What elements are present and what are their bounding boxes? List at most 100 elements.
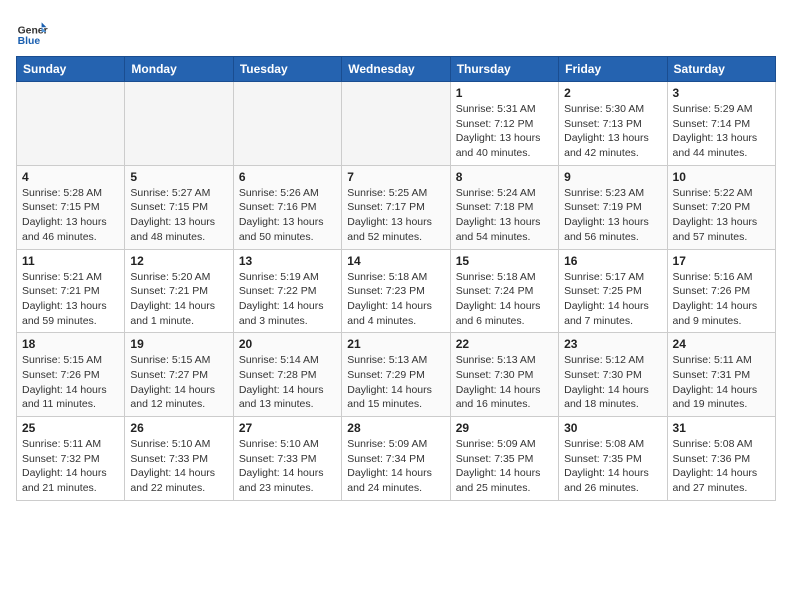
calendar-cell: 26 Sunrise: 5:10 AM Sunset: 7:33 PM Dayli… [125,417,233,501]
calendar-cell: 3 Sunrise: 5:29 AM Sunset: 7:14 PM Daylig… [667,82,775,166]
calendar-cell: 14Sunrise: 5:18 AM Sunset: 7:23 PM Dayli… [342,249,450,333]
day-info: Sunrise: 5:12 AM Sunset: 7:30 PM Dayligh… [564,353,661,412]
calendar-cell: 7 Sunrise: 5:25 AM Sunset: 7:17 PM Daylig… [342,165,450,249]
day-number: 9 [564,170,661,184]
day-info: Sunrise: 5:17 AM Sunset: 7:25 PM Dayligh… [564,270,661,329]
calendar-cell: 19 Sunrise: 5:15 AM Sunset: 7:27 PM Dayli… [125,333,233,417]
page-header: General Blue [16,16,776,48]
day-info: Sunrise: 5:10 AM Sunset: 7:33 PM Dayligh… [130,437,227,496]
calendar-table: SundayMondayTuesdayWednesdayThursdayFrid… [16,56,776,501]
svg-text:Blue: Blue [18,36,41,47]
calendar-cell: 15 Sunrise: 5:18 AM Sunset: 7:24 PM Dayli… [450,249,558,333]
calendar-cell: 2 Sunrise: 5:30 AM Sunset: 7:13 PM Daylig… [559,82,667,166]
calendar-cell: 20Sunrise: 5:14 AM Sunset: 7:28 PM Dayli… [233,333,341,417]
calendar-cell: 6Sunrise: 5:26 AM Sunset: 7:16 PM Daylig… [233,165,341,249]
calendar-cell: 29Sunrise: 5:09 AM Sunset: 7:35 PM Dayli… [450,417,558,501]
calendar-cell: 28Sunrise: 5:09 AM Sunset: 7:34 PM Dayli… [342,417,450,501]
calendar-cell: 25 Sunrise: 5:11 AM Sunset: 7:32 PM Dayli… [17,417,125,501]
day-number: 12 [130,254,227,268]
day-number: 30 [564,421,661,435]
calendar-cell: 16 Sunrise: 5:17 AM Sunset: 7:25 PM Dayli… [559,249,667,333]
calendar-week-row: 11Sunrise: 5:21 AM Sunset: 7:21 PM Dayli… [17,249,776,333]
day-info: Sunrise: 5:25 AM Sunset: 7:17 PM Dayligh… [347,186,444,245]
day-info: Sunrise: 5:19 AM Sunset: 7:22 PM Dayligh… [239,270,336,329]
day-number: 21 [347,337,444,351]
day-number: 31 [673,421,770,435]
calendar-cell: 17 Sunrise: 5:16 AM Sunset: 7:26 PM Dayli… [667,249,775,333]
day-info: Sunrise: 5:27 AM Sunset: 7:15 PM Dayligh… [130,186,227,245]
calendar-cell [233,82,341,166]
day-number: 16 [564,254,661,268]
calendar-cell [17,82,125,166]
calendar-cell: 21 Sunrise: 5:13 AM Sunset: 7:29 PM Dayli… [342,333,450,417]
day-number: 2 [564,86,661,100]
calendar-cell: 23 Sunrise: 5:12 AM Sunset: 7:30 PM Dayli… [559,333,667,417]
calendar-cell: 8Sunrise: 5:24 AM Sunset: 7:18 PM Daylig… [450,165,558,249]
weekday-header: Tuesday [233,57,341,82]
day-info: Sunrise: 5:30 AM Sunset: 7:13 PM Dayligh… [564,102,661,161]
day-info: Sunrise: 5:18 AM Sunset: 7:24 PM Dayligh… [456,270,553,329]
calendar-cell: 12 Sunrise: 5:20 AM Sunset: 7:21 PM Dayli… [125,249,233,333]
day-number: 10 [673,170,770,184]
day-info: Sunrise: 5:16 AM Sunset: 7:26 PM Dayligh… [673,270,770,329]
calendar-cell: 1 Sunrise: 5:31 AM Sunset: 7:12 PM Daylig… [450,82,558,166]
day-number: 1 [456,86,553,100]
day-info: Sunrise: 5:29 AM Sunset: 7:14 PM Dayligh… [673,102,770,161]
calendar-cell: 13 Sunrise: 5:19 AM Sunset: 7:22 PM Dayli… [233,249,341,333]
weekday-header: Wednesday [342,57,450,82]
day-number: 3 [673,86,770,100]
day-number: 6 [239,170,336,184]
day-info: Sunrise: 5:14 AM Sunset: 7:28 PM Dayligh… [239,353,336,412]
calendar-cell: 18 Sunrise: 5:15 AM Sunset: 7:26 PM Dayli… [17,333,125,417]
calendar-week-row: 25 Sunrise: 5:11 AM Sunset: 7:32 PM Dayli… [17,417,776,501]
day-number: 19 [130,337,227,351]
day-info: Sunrise: 5:08 AM Sunset: 7:35 PM Dayligh… [564,437,661,496]
day-number: 28 [347,421,444,435]
day-number: 26 [130,421,227,435]
day-number: 8 [456,170,553,184]
day-number: 4 [22,170,119,184]
day-number: 13 [239,254,336,268]
calendar-week-row: 1 Sunrise: 5:31 AM Sunset: 7:12 PM Daylig… [17,82,776,166]
day-info: Sunrise: 5:15 AM Sunset: 7:27 PM Dayligh… [130,353,227,412]
day-info: Sunrise: 5:20 AM Sunset: 7:21 PM Dayligh… [130,270,227,329]
day-number: 7 [347,170,444,184]
calendar-cell: 9 Sunrise: 5:23 AM Sunset: 7:19 PM Daylig… [559,165,667,249]
calendar-cell [342,82,450,166]
day-number: 18 [22,337,119,351]
day-info: Sunrise: 5:08 AM Sunset: 7:36 PM Dayligh… [673,437,770,496]
day-number: 23 [564,337,661,351]
calendar-cell: 4Sunrise: 5:28 AM Sunset: 7:15 PM Daylig… [17,165,125,249]
day-number: 29 [456,421,553,435]
day-info: Sunrise: 5:11 AM Sunset: 7:32 PM Dayligh… [22,437,119,496]
calendar-cell: 22 Sunrise: 5:13 AM Sunset: 7:30 PM Dayli… [450,333,558,417]
weekday-header-row: SundayMondayTuesdayWednesdayThursdayFrid… [17,57,776,82]
day-number: 25 [22,421,119,435]
day-info: Sunrise: 5:10 AM Sunset: 7:33 PM Dayligh… [239,437,336,496]
calendar-cell: 30 Sunrise: 5:08 AM Sunset: 7:35 PM Dayli… [559,417,667,501]
calendar-cell: 31 Sunrise: 5:08 AM Sunset: 7:36 PM Dayli… [667,417,775,501]
day-info: Sunrise: 5:31 AM Sunset: 7:12 PM Dayligh… [456,102,553,161]
day-number: 11 [22,254,119,268]
day-number: 17 [673,254,770,268]
calendar-cell: 24Sunrise: 5:11 AM Sunset: 7:31 PM Dayli… [667,333,775,417]
day-info: Sunrise: 5:13 AM Sunset: 7:29 PM Dayligh… [347,353,444,412]
day-number: 27 [239,421,336,435]
calendar-cell: 11Sunrise: 5:21 AM Sunset: 7:21 PM Dayli… [17,249,125,333]
day-number: 22 [456,337,553,351]
weekday-header: Friday [559,57,667,82]
day-info: Sunrise: 5:13 AM Sunset: 7:30 PM Dayligh… [456,353,553,412]
day-number: 5 [130,170,227,184]
day-info: Sunrise: 5:11 AM Sunset: 7:31 PM Dayligh… [673,353,770,412]
day-number: 14 [347,254,444,268]
logo: General Blue [16,16,48,48]
logo-icon: General Blue [16,16,48,48]
day-info: Sunrise: 5:23 AM Sunset: 7:19 PM Dayligh… [564,186,661,245]
day-info: Sunrise: 5:15 AM Sunset: 7:26 PM Dayligh… [22,353,119,412]
day-info: Sunrise: 5:22 AM Sunset: 7:20 PM Dayligh… [673,186,770,245]
weekday-header: Sunday [17,57,125,82]
weekday-header: Monday [125,57,233,82]
day-number: 15 [456,254,553,268]
calendar-cell: 5 Sunrise: 5:27 AM Sunset: 7:15 PM Daylig… [125,165,233,249]
weekday-header: Thursday [450,57,558,82]
